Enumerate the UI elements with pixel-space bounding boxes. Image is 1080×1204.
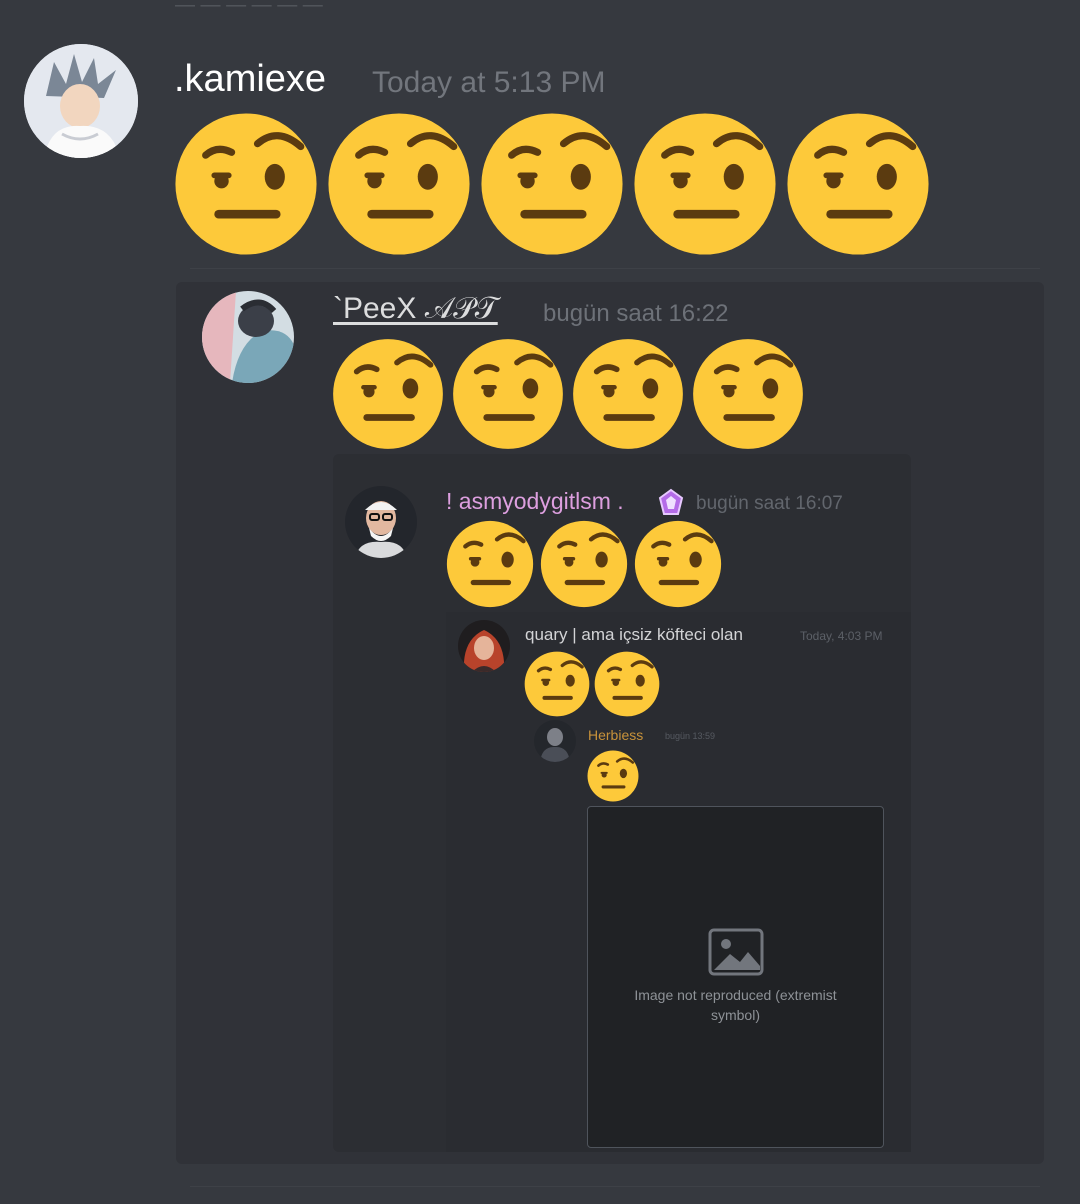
emoji-row <box>174 112 930 261</box>
image-attachment-placeholder[interactable]: Image not reproduced (extremist symbol) <box>587 806 884 1148</box>
raised-eyebrow-emoji <box>332 338 444 455</box>
avatar[interactable] <box>24 44 138 158</box>
image-icon <box>708 928 763 976</box>
raised-eyebrow-emoji <box>480 112 624 261</box>
emoji-row <box>587 750 639 807</box>
raised-eyebrow-emoji <box>587 750 639 807</box>
divider <box>190 1186 1040 1187</box>
raised-eyebrow-emoji <box>174 112 318 261</box>
raised-eyebrow-emoji <box>452 338 564 455</box>
message-timestamp: bugün saat 16:22 <box>543 300 729 327</box>
emoji-row <box>524 651 660 722</box>
avatar[interactable] <box>202 291 294 383</box>
message-timestamp: Today at 5:13 PM <box>372 66 606 99</box>
message-author[interactable]: .kamiexe <box>174 58 326 101</box>
placeholder-note: Image not reproduced (extremist symbol) <box>634 987 837 1023</box>
raised-eyebrow-emoji <box>327 112 471 261</box>
avatar[interactable] <box>458 620 510 672</box>
raised-eyebrow-emoji <box>446 520 534 613</box>
emoji-row <box>332 338 804 455</box>
message-timestamp: bugün saat 16:07 <box>696 493 843 514</box>
message-timestamp: Today, 4:03 PM <box>800 629 883 643</box>
message-author[interactable]: `PeeX 𝒜𝒫𝒯 <box>333 292 498 326</box>
crystal-badge-icon <box>658 488 684 516</box>
raised-eyebrow-emoji <box>594 651 660 722</box>
raised-eyebrow-emoji <box>786 112 930 261</box>
message-author[interactable]: Herbiess <box>588 727 643 743</box>
divider <box>190 268 1040 269</box>
raised-eyebrow-emoji <box>524 651 590 722</box>
raised-eyebrow-emoji <box>634 520 722 613</box>
emoji-row <box>446 520 722 613</box>
raised-eyebrow-emoji <box>540 520 628 613</box>
message-timestamp: bugün 13:59 <box>665 731 716 741</box>
raised-eyebrow-emoji <box>572 338 684 455</box>
previous-message-fragment: — — — — — — <box>175 0 323 16</box>
raised-eyebrow-emoji <box>633 112 777 261</box>
message-author[interactable]: quary | ama içsiz köfteci olan <box>525 625 743 645</box>
raised-eyebrow-emoji <box>692 338 804 455</box>
avatar[interactable] <box>345 486 417 558</box>
message-author[interactable]: ! asmyodygitlsm . <box>446 488 624 515</box>
avatar[interactable] <box>534 720 576 762</box>
